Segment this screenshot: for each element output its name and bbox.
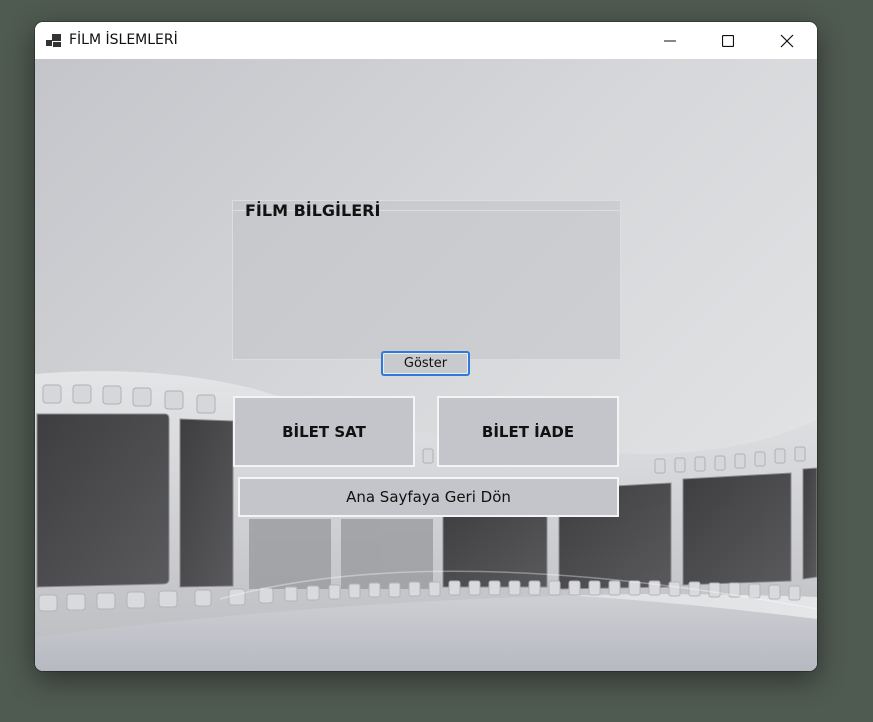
- minimize-icon: [664, 40, 676, 41]
- app-icon: [46, 33, 62, 47]
- film-info-groupbox: FİLM BİLGİLERİ: [232, 200, 621, 360]
- close-icon: [780, 34, 794, 47]
- title-bar[interactable]: FİLM İSLEMLERİ: [35, 22, 817, 59]
- back-home-button[interactable]: Ana Sayfaya Geri Dön: [238, 477, 619, 517]
- maximize-button[interactable]: [699, 22, 757, 59]
- sell-ticket-button[interactable]: BİLET SAT: [233, 396, 415, 467]
- film-islemleri-window: FİLM İSLEMLERİ FİLM BİLGİLERİ Göster BİL…: [35, 22, 817, 671]
- maximize-icon: [722, 34, 734, 47]
- close-button[interactable]: [758, 22, 816, 59]
- minimize-button[interactable]: [641, 22, 699, 59]
- groupbox-title: FİLM BİLGİLERİ: [245, 201, 381, 220]
- refund-ticket-button[interactable]: BİLET İADE: [437, 396, 619, 467]
- form-client-area: FİLM BİLGİLERİ Göster BİLET SAT BİLET İA…: [35, 59, 817, 671]
- window-title: FİLM İSLEMLERİ: [69, 32, 178, 48]
- show-button[interactable]: Göster: [381, 351, 470, 376]
